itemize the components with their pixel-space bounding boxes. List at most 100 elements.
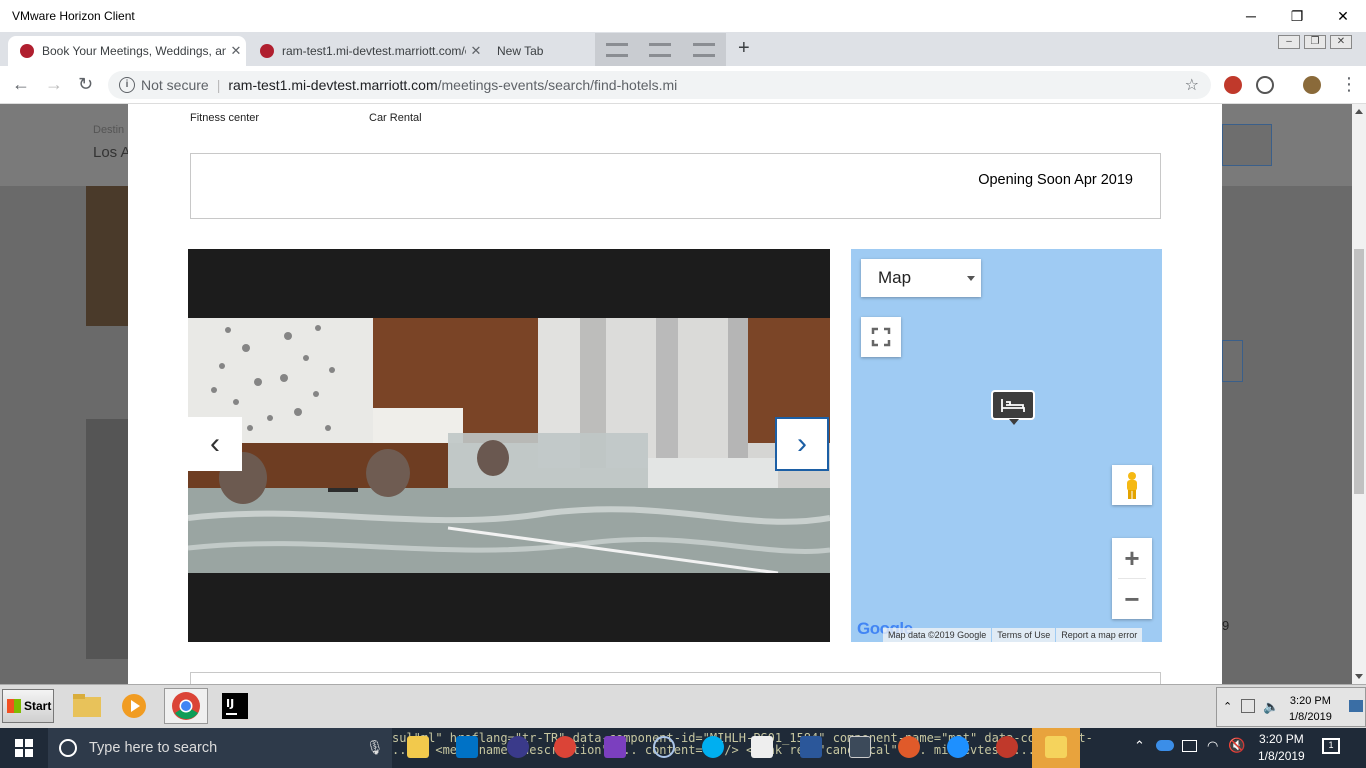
back-arrow-icon[interactable]: ← (12, 74, 30, 95)
onedrive-icon[interactable] (1156, 740, 1174, 751)
devices-icon[interactable] (693, 43, 716, 57)
chevron-down-icon (967, 276, 975, 281)
restore-button[interactable]: ❐ (1274, 0, 1320, 32)
volume-mute-icon[interactable]: 🔇 (1228, 737, 1245, 754)
action-center-icon[interactable]: 1 (1322, 738, 1340, 754)
pegman-icon (1127, 472, 1137, 499)
carousel-next-button[interactable]: › (775, 417, 829, 471)
photos-icon[interactable] (751, 736, 773, 758)
edge-icon[interactable] (947, 736, 969, 758)
map-type-dropdown[interactable]: Map (861, 259, 981, 297)
taskbar-media-player[interactable] (117, 690, 151, 722)
intellij-icon[interactable] (604, 736, 626, 758)
security-label: Not secure (141, 77, 209, 93)
show-desktop-icon[interactable] (1349, 700, 1363, 712)
close-button[interactable]: ✕ (1320, 0, 1366, 32)
cortana-ring-icon[interactable] (653, 736, 675, 758)
scrollbar-thumb[interactable] (1354, 249, 1364, 494)
notification-count: 1 (1328, 740, 1334, 750)
hotel-map[interactable]: Map + − Map data ©2019 Google Terms of U… (851, 249, 1162, 642)
chrome-icon (172, 692, 200, 720)
tool-icon[interactable] (898, 736, 920, 758)
vpn-lock-app[interactable] (1032, 728, 1080, 768)
hotel-photo-carousel: ‹ › (188, 249, 830, 642)
page-viewport: Destin Los A 9 Fitness center Car Rental… (0, 104, 1352, 684)
battery-icon[interactable] (1182, 740, 1197, 752)
background-search-button (1222, 124, 1272, 166)
next-section-box (190, 672, 1161, 684)
vm-window-controls: – ❐ ✕ (1278, 35, 1352, 49)
zoom-controls: + − (1112, 538, 1152, 619)
volume-icon[interactable]: 🔈 (1263, 699, 1279, 715)
eclipse-icon[interactable] (507, 736, 529, 758)
map-type-label: Map (878, 268, 912, 287)
tab-book-meetings[interactable]: Book Your Meetings, Weddings, and ✕ (8, 36, 246, 66)
tray-expand-icon[interactable]: ⌃ (1134, 738, 1145, 754)
zoom-out-button[interactable]: − (1112, 579, 1152, 619)
search-placeholder: Type here to search (89, 740, 218, 756)
forward-arrow-icon[interactable]: → (45, 74, 63, 95)
new-tab-plus-icon[interactable]: + (738, 37, 750, 60)
profile-avatar[interactable] (1303, 76, 1321, 94)
menu-icon[interactable] (605, 43, 628, 57)
start-label: Start (24, 699, 52, 713)
info-icon[interactable]: i (119, 77, 135, 93)
url-path: /meetings-events/search/find-hotels.mi (437, 77, 678, 93)
tab-close-icon[interactable]: ✕ (466, 43, 486, 59)
remote-desktop-icon[interactable] (849, 736, 871, 758)
disconnect-icon[interactable] (649, 43, 672, 57)
tab-title: New Tab (497, 44, 544, 58)
report-map-error-link[interactable]: Report a map error (1056, 628, 1143, 642)
remote-start-button[interactable]: Start (2, 689, 54, 723)
minimize-button[interactable]: ─ (1228, 0, 1274, 32)
address-bar[interactable]: i Not secure | ram-test1.mi-devtest.marr… (108, 71, 1211, 99)
taskbar-search-box[interactable]: Type here to search 🎙 (48, 728, 392, 768)
extension-s-icon[interactable] (1224, 76, 1242, 94)
bookmark-star-icon[interactable]: ☆ (1185, 75, 1199, 95)
microphone-icon[interactable]: 🎙 (366, 739, 384, 756)
hotel-marker[interactable] (991, 390, 1035, 425)
scroll-down-icon[interactable] (1355, 674, 1363, 679)
word-icon[interactable] (800, 736, 822, 758)
map-attribution: Map data ©2019 Google Terms of Use Repor… (882, 628, 1143, 642)
extension-w-icon[interactable] (1256, 76, 1274, 94)
scroll-up-icon[interactable] (1355, 109, 1363, 114)
vm-minimize-icon[interactable]: – (1278, 35, 1300, 49)
tab-new-tab[interactable]: New Tab (488, 36, 593, 66)
vm-restore-icon[interactable]: ❐ (1304, 35, 1326, 49)
fullscreen-button[interactable] (861, 317, 901, 357)
page-scrollbar[interactable] (1352, 104, 1366, 684)
snipping-icon[interactable] (996, 736, 1018, 758)
taskbar-chrome[interactable] (164, 688, 208, 724)
vm-close-icon[interactable]: ✕ (1330, 35, 1352, 49)
remote-clock[interactable]: 3:20 PM 1/8/2019 (1289, 693, 1332, 725)
chrome-icon[interactable] (554, 736, 576, 758)
file-explorer-icon[interactable] (407, 736, 429, 758)
carousel-prev-button[interactable]: ‹ (188, 417, 242, 471)
hotel-lobby-photo (188, 318, 830, 573)
zoom-in-button[interactable]: + (1112, 538, 1152, 578)
outlook-icon[interactable] (456, 736, 478, 758)
terms-of-use-link[interactable]: Terms of Use (992, 628, 1056, 642)
remote-taskbar: Start IJ ⌃ 🔈 3:20 PM 1/8/2019 (0, 684, 1366, 728)
background-page-number: 9 (1222, 618, 1230, 633)
tab-close-icon[interactable]: ✕ (226, 43, 246, 59)
tab-ram-test[interactable]: ram-test1.mi-devtest.marriott.com/c ✕ (248, 36, 486, 66)
taskbar-intellij[interactable]: IJ (218, 690, 252, 722)
reload-icon[interactable]: ↻ (78, 74, 93, 95)
tray-expand-icon[interactable]: ⌃ (1223, 700, 1232, 713)
lock-icon (1045, 736, 1067, 758)
host-clock[interactable]: 3:20 PM 1/8/2019 (1258, 731, 1305, 765)
windows-start-button[interactable] (0, 728, 48, 768)
taskbar-explorer[interactable] (70, 690, 104, 722)
lobby-image (188, 318, 830, 573)
wifi-icon[interactable]: ◠ (1207, 738, 1218, 754)
cortana-icon (59, 739, 77, 757)
skype-icon[interactable] (702, 736, 724, 758)
chrome-menu-icon[interactable]: ⋮ (1340, 74, 1358, 95)
network-icon[interactable] (1241, 699, 1255, 713)
opening-soon-text: Opening Soon Apr 2019 (978, 172, 1133, 188)
bed-icon (1001, 399, 1025, 412)
background-hotel-image (86, 186, 128, 326)
street-view-pegman[interactable] (1112, 465, 1152, 505)
